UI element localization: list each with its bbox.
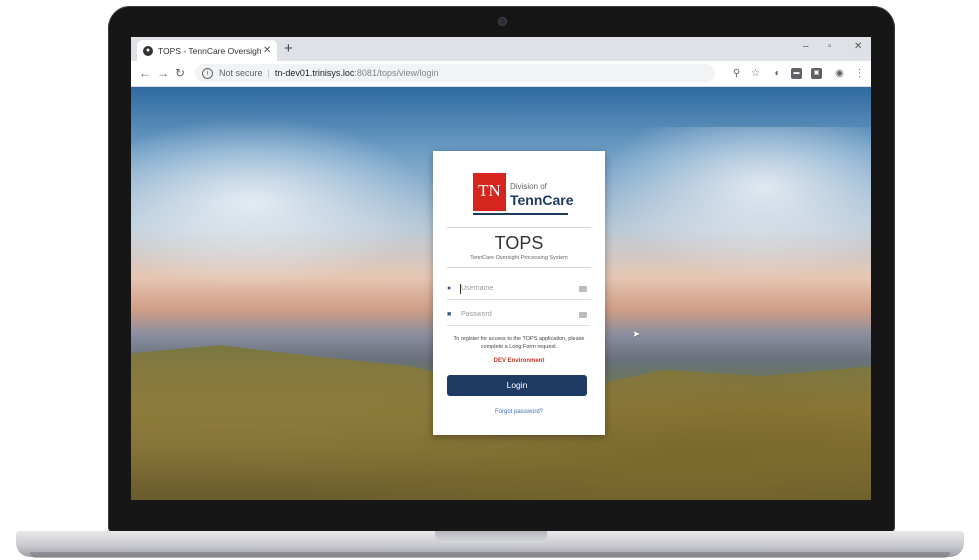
menu-icon[interactable]: ⋮ [854, 68, 865, 79]
back-arrow-icon[interactable]: ← [139, 66, 151, 80]
reload-icon[interactable]: ↻ [175, 66, 185, 80]
username-field[interactable]: ● Username [447, 281, 591, 300]
zoom-icon[interactable]: ⚲ [731, 68, 742, 79]
extension-icon[interactable]: ◐ [772, 68, 783, 79]
tab-close-icon[interactable]: ✕ [263, 45, 271, 56]
laptop-shadow [30, 552, 950, 558]
url-input[interactable]: i Not secure | tn-dev01.trinisys.loc :80… [195, 64, 715, 82]
key-icon[interactable] [579, 312, 587, 318]
register-line-2: complete a Long Form request. [480, 344, 558, 350]
chrome-favicon-icon: ● [143, 45, 153, 56]
close-window-button[interactable]: ✕ [854, 41, 862, 52]
logo-tenncare-text: TennCare [510, 192, 574, 208]
info-icon[interactable]: i [202, 67, 213, 79]
minimize-button[interactable]: – [803, 41, 809, 52]
screen: ● TOPS - TennCare Oversight Proc ✕ + – ▫… [131, 37, 871, 500]
url-separator: | [267, 68, 270, 78]
browser-tab[interactable]: ● TOPS - TennCare Oversight Proc ✕ [137, 40, 277, 61]
login-page-background: TN Division of TennCare TOPS TennCare Ov… [131, 87, 871, 500]
url-path: :8081/tops/view/login [354, 68, 439, 78]
register-line-1: To register for access to the TOPS appli… [453, 336, 585, 342]
tn-logo-box: TN [473, 173, 506, 211]
cloud-decoration [601, 127, 871, 277]
url-host: tn-dev01.trinisys.loc [274, 68, 355, 78]
camera-icon [498, 17, 507, 26]
divider [447, 227, 591, 228]
restore-button[interactable]: ▫ [828, 41, 832, 52]
divider [447, 267, 591, 268]
address-bar-row: ← → ↻ i Not secure | tn-dev01.trinisys.l… [131, 61, 871, 87]
security-label: Not secure [219, 68, 263, 78]
environment-label: DEV Environment [493, 358, 545, 364]
password-field[interactable]: ■ Password [447, 307, 591, 326]
mouse-cursor-icon: ➤ [632, 329, 641, 340]
user-icon: ● [447, 285, 452, 292]
lock-icon: ■ [447, 311, 452, 318]
extension-icon[interactable]: ▣ [811, 68, 822, 79]
register-text: To register for access to the TOPS appli… [443, 335, 595, 351]
app-subtitle: TennCare Oversight Processing System [470, 255, 568, 261]
logo-underline [473, 213, 568, 215]
profile-icon[interactable]: ◉ [834, 68, 845, 79]
key-icon[interactable] [579, 286, 587, 292]
laptop-notch [435, 531, 547, 543]
tenncare-logo: TN Division of TennCare [473, 173, 574, 217]
forgot-password-link[interactable]: Forgot password? [433, 409, 605, 415]
login-button[interactable]: Login [447, 375, 587, 396]
tab-bar: ● TOPS - TennCare Oversight Proc ✕ + – ▫… [131, 37, 871, 61]
cloud-decoration [131, 117, 431, 287]
app-title: TOPS [494, 233, 544, 253]
forward-arrow-icon[interactable]: → [157, 66, 169, 80]
login-card: TN Division of TennCare TOPS TennCare Ov… [433, 151, 605, 435]
star-icon[interactable]: ☆ [750, 68, 761, 79]
extension-icon[interactable]: ▬ [791, 68, 802, 79]
tab-title: TOPS - TennCare Oversight Proc [158, 45, 261, 56]
new-tab-button[interactable]: + [284, 40, 293, 57]
logo-division-text: Division of [510, 182, 547, 191]
username-placeholder: Username [461, 285, 494, 292]
password-placeholder: Password [461, 311, 492, 318]
